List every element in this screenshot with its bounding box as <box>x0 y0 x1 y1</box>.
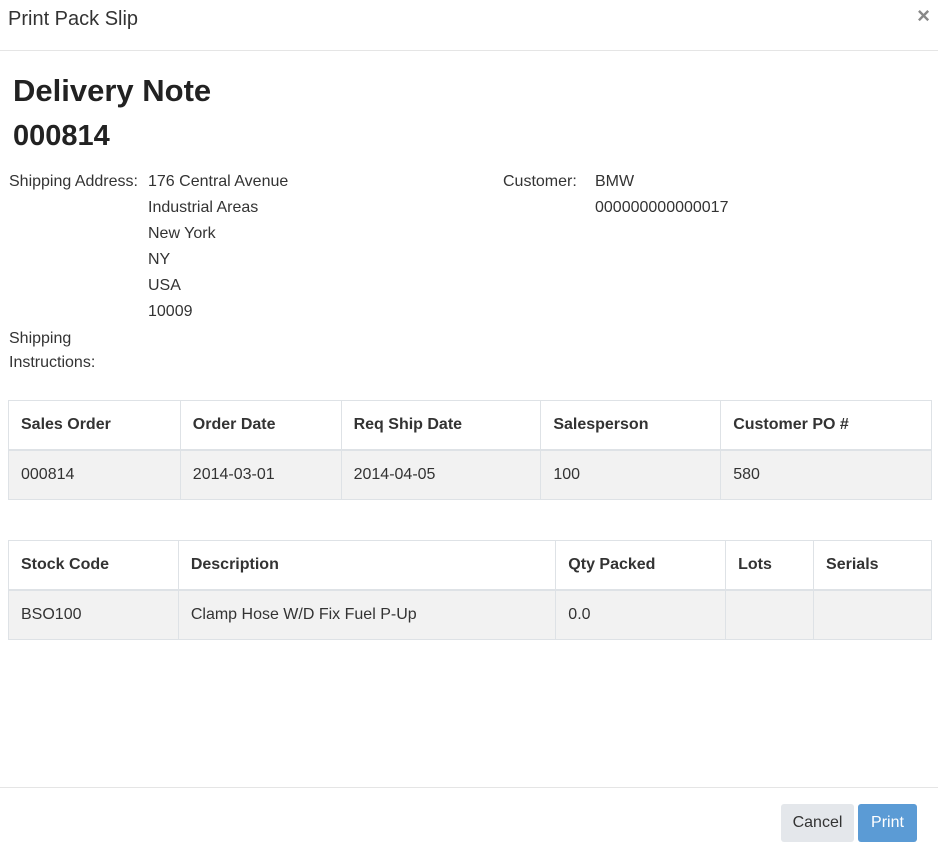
column-header: Description <box>177 540 557 591</box>
dialog-header: Print Pack Slip × <box>0 0 938 51</box>
table-cell <box>813 589 932 640</box>
dialog-title: Print Pack Slip <box>8 8 139 30</box>
column-header: Sales Order <box>8 400 181 451</box>
order-table: Sales Order Order Date Req Ship Date Sal… <box>8 400 932 500</box>
address-line: NY <box>148 251 171 268</box>
customer-code: 000000000000017 <box>595 199 729 216</box>
column-header: Lots <box>725 540 815 591</box>
address-line: 176 Central Avenue <box>148 173 289 190</box>
table-cell: 2014-03-01 <box>179 449 342 500</box>
shipping-instructions-label: Shipping Instructions: <box>9 330 96 371</box>
column-header: Req Ship Date <box>340 400 542 451</box>
shipping-address: 176 Central Avenue Industrial Areas New … <box>148 169 288 325</box>
document-number: 000814 <box>13 120 110 152</box>
dialog-footer: Cancel Print <box>0 787 938 852</box>
address-line: 10009 <box>148 303 193 320</box>
table-cell: BSO100 <box>8 589 179 640</box>
shipping-address-label: Shipping Address: <box>9 173 138 190</box>
column-header: Order Date <box>179 400 342 451</box>
address-line: Industrial Areas <box>148 199 259 216</box>
table-cell: 100 <box>540 449 722 500</box>
table-header-row: Sales Order Order Date Req Ship Date Sal… <box>8 400 932 451</box>
table-header-row: Stock Code Description Qty Packed Lots S… <box>8 540 932 591</box>
table-cell: Clamp Hose W/D Fix Fuel P-Up <box>177 589 557 640</box>
close-icon[interactable]: × <box>917 4 930 28</box>
document-title: Delivery Note <box>13 73 212 108</box>
table-cell: 2014-04-05 <box>340 449 542 500</box>
cancel-button[interactable]: Cancel <box>781 804 854 842</box>
table-row: BSO100 Clamp Hose W/D Fix Fuel P-Up 0.0 <box>8 589 932 640</box>
customer-name: BMW <box>595 173 635 190</box>
print-pack-slip-dialog: Print Pack Slip × Delivery Note 000814 S… <box>0 0 938 852</box>
column-header: Serials <box>813 540 932 591</box>
table-row: 000814 2014-03-01 2014-04-05 100 580 <box>8 449 932 500</box>
table-cell: 000814 <box>8 449 181 500</box>
column-header: Customer PO # <box>720 400 932 451</box>
table-cell <box>725 589 815 640</box>
customer-label: Customer: <box>503 173 577 190</box>
items-table: Stock Code Description Qty Packed Lots S… <box>8 540 932 640</box>
address-line: USA <box>148 277 181 294</box>
column-header: Stock Code <box>8 540 179 591</box>
customer-details: BMW 000000000000017 <box>595 169 728 221</box>
column-header: Salesperson <box>540 400 722 451</box>
address-line: New York <box>148 225 216 242</box>
table-cell: 0.0 <box>555 589 727 640</box>
table-cell: 580 <box>720 449 932 500</box>
print-button[interactable]: Print <box>858 804 917 842</box>
column-header: Qty Packed <box>555 540 727 591</box>
